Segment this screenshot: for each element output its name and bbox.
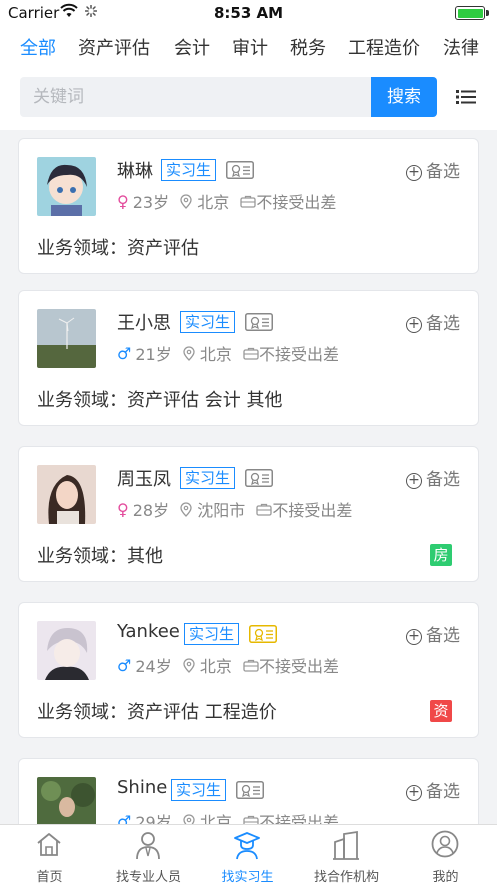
location-pin-icon [180, 501, 192, 517]
age: 28岁 [132, 501, 170, 520]
candidate-name: 周玉凤 [117, 469, 171, 490]
certificate-icon [245, 313, 273, 331]
intern-badge: 实习生 [180, 467, 236, 489]
candidate-meta: ♂ 24岁 北京 不接受出差 [117, 653, 339, 677]
avatar [37, 309, 96, 368]
candidate-card[interactable]: 琳琳 实习生 ♀ 23岁 北京 不接受出差 + 备选 业务领域：资产评估 [18, 138, 479, 274]
travel-preference: 不接受出差 [259, 345, 340, 364]
graduate-icon [234, 832, 260, 860]
search-box [20, 77, 371, 117]
candidate-meta: ♀ 23岁 北京 不接受出差 [117, 189, 336, 213]
tabbar-item-home[interactable]: 首页 [0, 825, 99, 883]
avatar [37, 157, 96, 216]
male-icon: ♂ [117, 655, 132, 675]
add-circle-icon: + [406, 317, 422, 333]
age: 23岁 [132, 193, 170, 212]
shortlist-button[interactable]: + 备选 [406, 621, 460, 646]
candidate-name: 琳琳 [117, 161, 153, 182]
battery-icon [455, 6, 485, 20]
tab-accounting[interactable]: 会计 [174, 34, 210, 60]
real-estate-tag: 房 [430, 544, 452, 566]
intern-badge: 实习生 [180, 311, 236, 333]
female-icon: ♀ [117, 191, 129, 211]
add-circle-icon: + [406, 785, 422, 801]
tab-engineering-cost[interactable]: 工程造价 [348, 34, 420, 60]
building-icon [333, 830, 359, 860]
candidate-card[interactable]: Yankee 实习生 ♂ 24岁 北京 不接受出差 + 备选 业务领域：资产评估 工… [18, 602, 479, 738]
candidate-name: Shine [117, 777, 168, 798]
tab-asset-appraisal[interactable]: 资产评估 [78, 34, 150, 60]
certificate-icon [236, 781, 264, 799]
briefcase-icon [243, 659, 259, 672]
candidate-name: Yankee [117, 621, 180, 642]
tab-audit[interactable]: 审计 [232, 34, 268, 60]
candidate-card[interactable]: 王小思 实习生 ♂ 21岁 北京 不接受出差 + 备选 业务领域：资产评估 会计 其… [18, 290, 479, 426]
tabbar-item-interns[interactable]: 找实习生 [198, 825, 297, 883]
briefcase-icon [256, 503, 273, 516]
city: 北京 [197, 193, 230, 212]
male-icon: ♂ [117, 343, 132, 363]
city: 沈阳市 [197, 501, 246, 520]
shortlist-button[interactable]: + 备选 [406, 157, 460, 182]
person-icon [136, 832, 160, 860]
search-input[interactable] [20, 77, 371, 117]
status-bar: Carrier 8:53 AM [0, 0, 497, 26]
category-tabs: 全部 资产评估 会计 审计 税务 工程造价 法律 [0, 34, 497, 64]
business-field: 业务领域：资产评估 [37, 238, 199, 259]
tab-tax[interactable]: 税务 [290, 34, 326, 60]
tabbar-item-mine[interactable]: 我的 [396, 825, 495, 883]
tabbar-item-professionals[interactable]: 找专业人员 [99, 825, 198, 883]
add-circle-icon: + [406, 165, 422, 181]
intern-badge: 实习生 [184, 623, 240, 645]
travel-preference: 不接受出差 [272, 501, 353, 520]
search-button[interactable]: 搜索 [371, 77, 437, 117]
add-circle-icon: + [406, 629, 422, 645]
tab-law[interactable]: 法律 [443, 34, 479, 60]
home-icon [37, 833, 61, 856]
intern-badge: 实习生 [171, 779, 227, 801]
travel-preference: 不接受出差 [256, 193, 337, 212]
tabbar-item-organizations[interactable]: 找合作机构 [297, 825, 396, 883]
location-pin-icon [180, 193, 192, 209]
female-icon: ♀ [117, 499, 129, 519]
user-circle-icon [431, 830, 459, 858]
business-field: 业务领域：其他 [37, 546, 163, 567]
candidate-name: 王小思 [117, 313, 171, 334]
location-pin-icon [183, 657, 195, 673]
briefcase-icon [243, 347, 259, 360]
age: 24岁 [135, 657, 172, 676]
avatar [37, 621, 96, 680]
avatar [37, 465, 96, 524]
certificate-icon [249, 625, 277, 643]
bottom-tab-bar: 首页 找专业人员 找实习生 找合作机构 我的 [0, 824, 497, 883]
list-icon[interactable] [456, 88, 476, 106]
header: 全部 资产评估 会计 审计 税务 工程造价 法律 搜索 [0, 26, 497, 130]
candidate-meta: ♀ 28岁 沈阳市 不接受出差 [117, 497, 352, 521]
shortlist-button[interactable]: + 备选 [406, 465, 460, 490]
briefcase-icon [240, 195, 257, 208]
shortlist-button[interactable]: + 备选 [406, 777, 460, 802]
age: 21岁 [135, 345, 172, 364]
travel-preference: 不接受出差 [259, 657, 340, 676]
business-field: 业务领域：资产评估 会计 其他 [37, 390, 283, 411]
candidate-meta: ♂ 21岁 北京 不接受出差 [117, 341, 339, 365]
tab-all[interactable]: 全部 [20, 34, 56, 60]
city: 北京 [199, 657, 232, 676]
search-row: 搜索 [20, 77, 480, 117]
location-pin-icon [183, 345, 195, 361]
certificate-icon [226, 161, 254, 179]
candidate-card[interactable]: 周玉凤 实习生 ♀ 28岁 沈阳市 不接受出差 + 备选 业务领域：其他 房 [18, 446, 479, 582]
business-field: 业务领域：资产评估 工程造价 [37, 702, 277, 723]
certificate-icon [245, 469, 273, 487]
intern-badge: 实习生 [161, 159, 217, 181]
clock-time: 8:53 AM [213, 4, 284, 22]
shortlist-button[interactable]: + 备选 [406, 309, 460, 334]
add-circle-icon: + [406, 473, 422, 489]
city: 北京 [199, 345, 232, 364]
qualification-tag: 资 [430, 700, 452, 722]
